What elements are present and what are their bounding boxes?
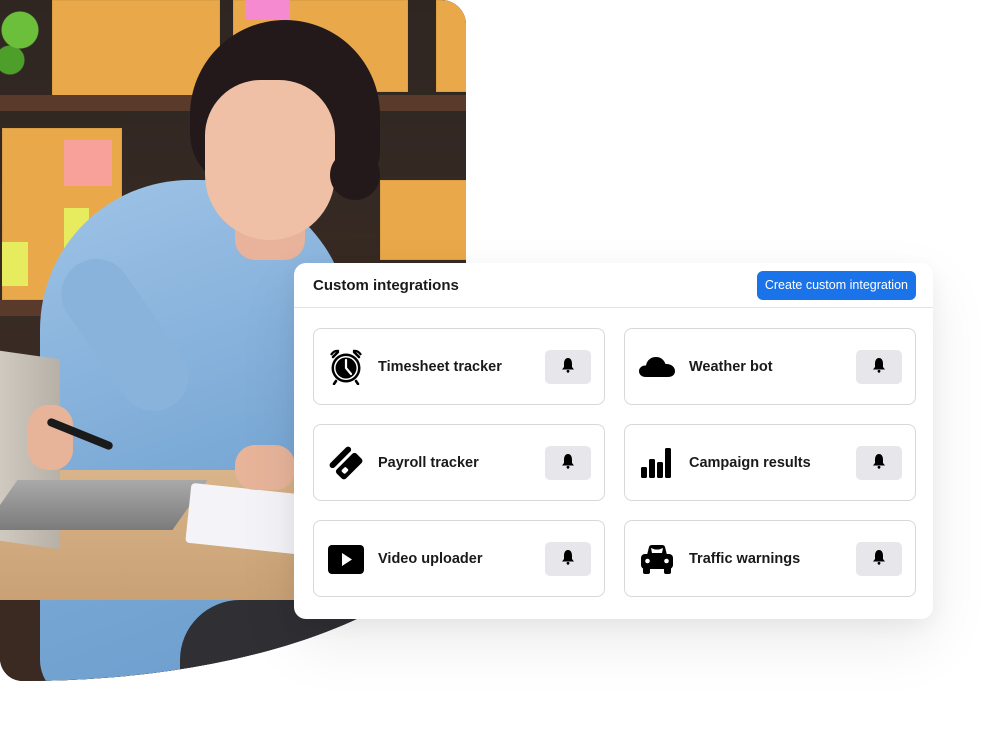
integration-label: Traffic warnings <box>689 550 801 567</box>
integration-label: Payroll tracker <box>378 454 479 471</box>
panel-title: Custom integrations <box>313 276 459 294</box>
cloud-icon <box>639 349 675 385</box>
integrations-grid: Timesheet tracker Weather bot Payroll tr… <box>313 328 916 597</box>
payroll-icon <box>328 445 364 481</box>
notification-bell-button[interactable] <box>545 445 591 480</box>
bar-chart-icon <box>639 445 675 481</box>
panel-header: Custom integrations Create custom integr… <box>294 263 933 308</box>
bell-icon <box>561 453 575 472</box>
bell-icon <box>561 357 575 376</box>
create-custom-integration-button[interactable]: Create custom integration <box>756 270 916 300</box>
integration-card-payroll-tracker[interactable]: Payroll tracker <box>313 424 605 501</box>
play-video-icon <box>328 541 364 577</box>
bell-icon <box>872 453 886 472</box>
notification-bell-button[interactable] <box>545 349 591 384</box>
integration-label: Campaign results <box>689 454 811 471</box>
integration-card-weather-bot[interactable]: Weather bot <box>624 328 916 405</box>
car-icon <box>639 541 675 577</box>
integration-card-video-uploader[interactable]: Video uploader <box>313 520 605 597</box>
bell-icon <box>872 549 886 568</box>
alarm-clock-icon <box>328 349 364 385</box>
integration-label: Video uploader <box>378 550 483 567</box>
integration-label: Timesheet tracker <box>378 358 502 375</box>
notification-bell-button[interactable] <box>856 445 902 480</box>
notification-bell-button[interactable] <box>856 541 902 576</box>
notification-bell-button[interactable] <box>856 349 902 384</box>
integration-card-timesheet-tracker[interactable]: Timesheet tracker <box>313 328 605 405</box>
bell-icon <box>561 549 575 568</box>
integration-card-traffic-warnings[interactable]: Traffic warnings <box>624 520 916 597</box>
integration-card-campaign-results[interactable]: Campaign results <box>624 424 916 501</box>
custom-integrations-panel: Custom integrations Create custom integr… <box>294 263 933 619</box>
integration-label: Weather bot <box>689 358 773 375</box>
bell-icon <box>872 357 886 376</box>
notification-bell-button[interactable] <box>545 541 591 576</box>
